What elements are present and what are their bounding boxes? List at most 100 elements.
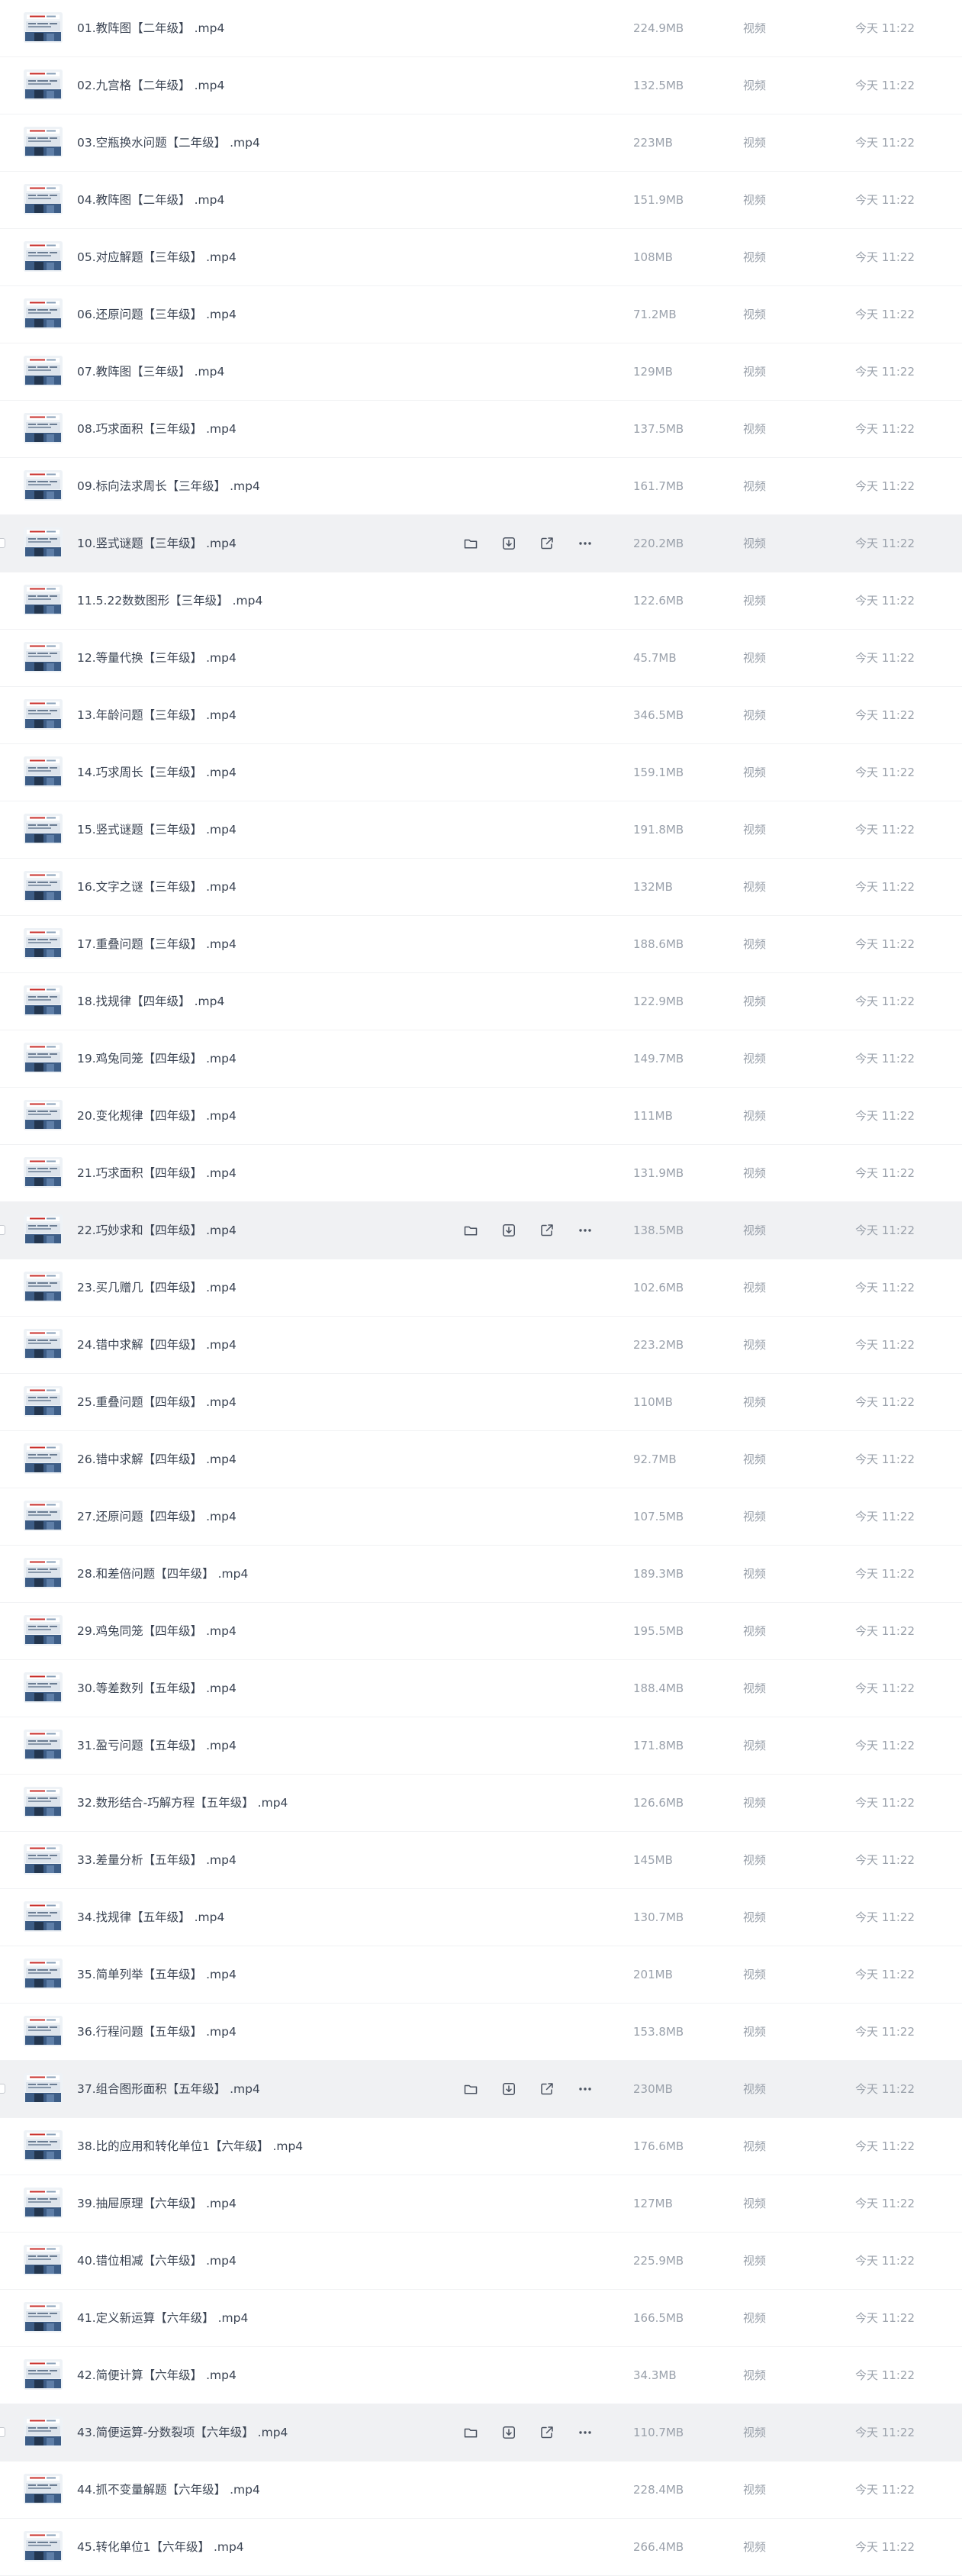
video-thumbnail[interactable]	[24, 985, 63, 1016]
file-name[interactable]: 01.教阵图【二年级】 .mp4	[77, 0, 224, 57]
file-name[interactable]: 26.错中求解【四年级】 .mp4	[77, 1431, 236, 1488]
file-name[interactable]: 28.和差倍问题【四年级】 .mp4	[77, 1546, 248, 1603]
file-name[interactable]: 18.找规律【四年级】 .mp4	[77, 973, 224, 1030]
file-row[interactable]: 42.简便计算【六年级】 .mp4 34.3MB 视频 今天 11:22	[0, 2347, 962, 2404]
file-row[interactable]: 37.组合图形面积【五年级】 .mp4 230MB 视频 今天 11:22	[0, 2061, 962, 2118]
video-thumbnail[interactable]	[24, 642, 63, 672]
file-row[interactable]: 40.错位相减【六年级】 .mp4 225.9MB 视频 今天 11:22	[0, 2233, 962, 2290]
file-row[interactable]: 20.变化规律【四年级】 .mp4 111MB 视频 今天 11:22	[0, 1088, 962, 1145]
file-row[interactable]: 16.文字之谜【三年级】 .mp4 132MB 视频 今天 11:22	[0, 859, 962, 916]
file-name[interactable]: 31.盈亏问题【五年级】 .mp4	[77, 1717, 236, 1775]
file-name[interactable]: 27.还原问题【四年级】 .mp4	[77, 1488, 236, 1546]
video-thumbnail[interactable]	[24, 527, 63, 558]
video-thumbnail[interactable]	[24, 871, 63, 901]
video-thumbnail[interactable]	[24, 928, 63, 959]
share-icon[interactable]	[537, 2423, 557, 2442]
video-thumbnail[interactable]	[24, 1272, 63, 1302]
file-row[interactable]: 06.还原问题【三年级】 .mp4 71.2MB 视频 今天 11:22	[0, 286, 962, 343]
file-name[interactable]: 20.变化规律【四年级】 .mp4	[77, 1088, 236, 1145]
video-thumbnail[interactable]	[24, 1157, 63, 1188]
file-name[interactable]: 36.行程问题【五年级】 .mp4	[77, 2004, 236, 2061]
file-row[interactable]: 45.转化单位1【六年级】 .mp4 266.4MB 视频 今天 11:22	[0, 2519, 962, 2576]
more-icon[interactable]	[575, 2423, 595, 2442]
video-thumbnail[interactable]	[24, 1959, 63, 1989]
video-thumbnail[interactable]	[24, 1501, 63, 1531]
file-row[interactable]: 39.抽屉原理【六年级】 .mp4 127MB 视频 今天 11:22	[0, 2175, 962, 2233]
video-thumbnail[interactable]	[24, 2474, 63, 2504]
file-row[interactable]: 26.错中求解【四年级】 .mp4 92.7MB 视频 今天 11:22	[0, 1431, 962, 1488]
file-name[interactable]: 12.等量代换【三年级】 .mp4	[77, 630, 236, 687]
file-name[interactable]: 42.简便计算【六年级】 .mp4	[77, 2347, 236, 2404]
video-thumbnail[interactable]	[24, 2359, 63, 2390]
video-thumbnail[interactable]	[24, 585, 63, 615]
share-icon[interactable]	[537, 534, 557, 553]
video-thumbnail[interactable]	[24, 1043, 63, 1073]
video-thumbnail[interactable]	[24, 1386, 63, 1417]
file-name[interactable]: 44.抓不变量解题【六年级】 .mp4	[77, 2462, 260, 2519]
video-thumbnail[interactable]	[24, 413, 63, 443]
file-name[interactable]: 17.重叠问题【三年级】 .mp4	[77, 916, 236, 973]
file-row[interactable]: 22.巧妙求和【四年级】 .mp4 138.5MB 视频 今天 11:22	[0, 1202, 962, 1259]
more-icon[interactable]	[575, 1220, 595, 1240]
file-name[interactable]: 34.找规律【五年级】 .mp4	[77, 1889, 224, 1946]
video-thumbnail[interactable]	[24, 1329, 63, 1359]
file-row[interactable]: 14.巧求周长【三年级】 .mp4 159.1MB 视频 今天 11:22	[0, 744, 962, 801]
file-row[interactable]: 28.和差倍问题【四年级】 .mp4 189.3MB 视频 今天 11:22	[0, 1546, 962, 1603]
video-thumbnail[interactable]	[24, 1214, 63, 1245]
video-thumbnail[interactable]	[24, 1901, 63, 1932]
file-name[interactable]: 09.标向法求周长【三年级】 .mp4	[77, 458, 260, 515]
file-name[interactable]: 23.买几赠几【四年级】 .mp4	[77, 1259, 236, 1317]
more-icon[interactable]	[575, 2079, 595, 2099]
video-thumbnail[interactable]	[24, 2016, 63, 2046]
video-thumbnail[interactable]	[24, 2531, 63, 2561]
file-name[interactable]: 37.组合图形面积【五年级】 .mp4	[77, 2061, 260, 2118]
file-name[interactable]: 03.空瓶换水问题【二年级】 .mp4	[77, 114, 260, 172]
file-row[interactable]: 29.鸡兔同笼【四年级】 .mp4 195.5MB 视频 今天 11:22	[0, 1603, 962, 1660]
file-row[interactable]: 05.对应解题【三年级】 .mp4 108MB 视频 今天 11:22	[0, 229, 962, 286]
file-row[interactable]: 12.等量代换【三年级】 .mp4 45.7MB 视频 今天 11:22	[0, 630, 962, 687]
file-row[interactable]: 15.竖式谜题【三年级】 .mp4 191.8MB 视频 今天 11:22	[0, 801, 962, 859]
file-row[interactable]: 13.年龄问题【三年级】 .mp4 346.5MB 视频 今天 11:22	[0, 687, 962, 744]
file-row[interactable]: 03.空瓶换水问题【二年级】 .mp4 223MB 视频 今天 11:22	[0, 114, 962, 172]
file-row[interactable]: 25.重叠问题【四年级】 .mp4 110MB 视频 今天 11:22	[0, 1374, 962, 1431]
file-row[interactable]: 35.简单列举【五年级】 .mp4 201MB 视频 今天 11:22	[0, 1946, 962, 2004]
file-name[interactable]: 21.巧求面积【四年级】 .mp4	[77, 1145, 236, 1202]
file-row[interactable]: 10.竖式谜题【三年级】 .mp4 220.2MB 视频 今天 11:22	[0, 515, 962, 572]
file-row[interactable]: 41.定义新运算【六年级】 .mp4 166.5MB 视频 今天 11:22	[0, 2290, 962, 2347]
video-thumbnail[interactable]	[24, 756, 63, 787]
row-checkbox[interactable]	[0, 1225, 5, 1235]
folder-icon[interactable]	[461, 534, 481, 553]
file-row[interactable]: 36.行程问题【五年级】 .mp4 153.8MB 视频 今天 11:22	[0, 2004, 962, 2061]
file-name[interactable]: 15.竖式谜题【三年级】 .mp4	[77, 801, 236, 859]
row-checkbox[interactable]	[0, 538, 5, 548]
video-thumbnail[interactable]	[24, 127, 63, 157]
video-thumbnail[interactable]	[24, 184, 63, 214]
file-name[interactable]: 38.比的应用和转化单位1【六年级】 .mp4	[77, 2118, 303, 2175]
file-name[interactable]: 39.抽屉原理【六年级】 .mp4	[77, 2175, 236, 2233]
file-name[interactable]: 11.5.22数数图形【三年级】 .mp4	[77, 572, 262, 630]
file-name[interactable]: 43.简便运算-分数裂项【六年级】 .mp4	[77, 2404, 288, 2462]
video-thumbnail[interactable]	[24, 1558, 63, 1588]
video-thumbnail[interactable]	[24, 2416, 63, 2447]
file-row[interactable]: 18.找规律【四年级】 .mp4 122.9MB 视频 今天 11:22	[0, 973, 962, 1030]
file-row[interactable]: 17.重叠问题【三年级】 .mp4 188.6MB 视频 今天 11:22	[0, 916, 962, 973]
file-name[interactable]: 08.巧求面积【三年级】 .mp4	[77, 401, 236, 458]
file-row[interactable]: 38.比的应用和转化单位1【六年级】 .mp4 176.6MB 视频 今天 11…	[0, 2118, 962, 2175]
file-row[interactable]: 30.等差数列【五年级】 .mp4 188.4MB 视频 今天 11:22	[0, 1660, 962, 1717]
row-checkbox[interactable]	[0, 2084, 5, 2094]
file-name[interactable]: 04.教阵图【二年级】 .mp4	[77, 172, 224, 229]
video-thumbnail[interactable]	[24, 1100, 63, 1130]
file-name[interactable]: 05.对应解题【三年级】 .mp4	[77, 229, 236, 286]
video-thumbnail[interactable]	[24, 2073, 63, 2104]
file-row[interactable]: 23.买几赠几【四年级】 .mp4 102.6MB 视频 今天 11:22	[0, 1259, 962, 1317]
video-thumbnail[interactable]	[24, 12, 63, 43]
video-thumbnail[interactable]	[24, 69, 63, 100]
file-row[interactable]: 33.差量分析【五年级】 .mp4 145MB 视频 今天 11:22	[0, 1832, 962, 1889]
file-name[interactable]: 13.年龄问题【三年级】 .mp4	[77, 687, 236, 744]
video-thumbnail[interactable]	[24, 298, 63, 329]
file-name[interactable]: 02.九宫格【二年级】 .mp4	[77, 57, 224, 114]
video-thumbnail[interactable]	[24, 2130, 63, 2161]
file-name[interactable]: 25.重叠问题【四年级】 .mp4	[77, 1374, 236, 1431]
file-name[interactable]: 22.巧妙求和【四年级】 .mp4	[77, 1202, 236, 1259]
file-row[interactable]: 08.巧求面积【三年级】 .mp4 137.5MB 视频 今天 11:22	[0, 401, 962, 458]
